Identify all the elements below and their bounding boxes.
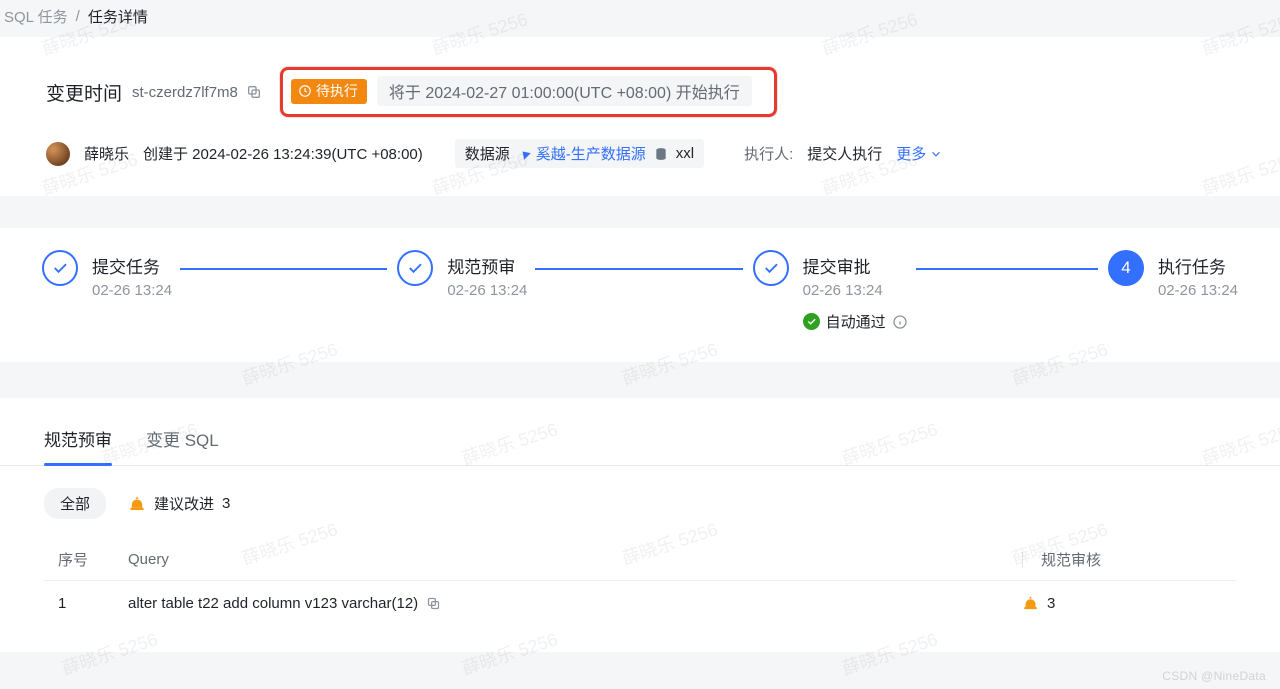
step-connector [916,268,1098,270]
tab-preaudit[interactable]: 规范预审 [44,424,112,465]
cell-idx: 1 [58,595,128,612]
col-header-audit: 规范审核 [1022,549,1222,570]
meta-row: 薛晓乐 创建于 2024-02-26 13:24:39(UTC +08:00) … [0,125,1280,178]
more-label: 更多 [896,143,926,164]
step-submit: 提交任务 02-26 13:24 [42,250,397,299]
status-badge: 待执行 [291,79,367,104]
copy-icon[interactable] [426,596,441,611]
clock-icon [298,84,312,98]
task-header-card: 变更时间 st-czerdz7lf7m8 待执行 将于 2024-02-27 0… [0,37,1280,196]
col-header-idx: 序号 [58,549,128,570]
database-icon [654,147,668,161]
step-icon-check [42,250,78,286]
suggest-count: 3 [222,495,230,512]
breadcrumb-parent[interactable]: SQL 任务 [4,6,68,27]
task-id: st-czerdz7lf7m8 [132,84,238,101]
step-icon-check [397,250,433,286]
breadcrumb: SQL 任务 / 任务详情 [0,0,1280,29]
steps-card: 提交任务 02-26 13:24 规范预审 02-26 13:24 提交审批 0… [0,228,1280,362]
auto-pass-icon [803,313,820,330]
check-icon [806,316,817,327]
column-divider [1022,552,1023,568]
suggest-label: 建议改进 [154,493,214,514]
step-time: 02-26 13:24 [92,282,172,299]
database-name[interactable]: xxl [676,145,694,162]
step-title: 提交任务 [92,253,172,278]
check-icon [406,259,424,277]
check-icon [762,259,780,277]
datasource-label: 数据源 [465,143,510,164]
step-title: 提交审批 [803,253,908,278]
table-header: 序号 Query 规范审核 [44,539,1236,581]
created-at: 创建于 2024-02-26 13:24:39(UTC +08:00) [143,143,423,164]
datasource-chip: 数据源 奚越-生产数据源 xxl [455,139,704,168]
executor-value: 提交人执行 [807,143,882,164]
step-icon-check [753,250,789,286]
link-icon [518,147,532,161]
step-connector [180,268,387,270]
csdn-attribution: CSDN @NineData [1162,669,1266,683]
chevron-down-icon [929,147,943,161]
status-badge-label: 待执行 [316,81,358,101]
step-icon-current: 4 [1108,250,1144,286]
query-text: alter table t22 add column v123 varchar(… [128,595,418,612]
copy-icon[interactable] [246,84,262,100]
col-header-query: Query [128,551,1022,568]
table-row[interactable]: 1 alter table t22 add column v123 varcha… [44,581,1236,622]
info-icon[interactable] [892,314,908,330]
tabs: 规范预审 变更 SQL [0,424,1280,466]
alarm-icon [1022,595,1039,612]
audit-count: 3 [1047,595,1055,612]
avatar [46,142,70,166]
detail-card: 规范预审 变更 SQL 全部 建议改进 3 序号 Query 规范审核 1 al… [0,398,1280,652]
datasource-name: 奚越-生产数据源 [536,143,646,164]
cell-audit: 3 [1022,595,1222,612]
more-button[interactable]: 更多 [896,143,943,164]
breadcrumb-separator: / [76,8,80,25]
breadcrumb-current: 任务详情 [88,6,148,27]
executor-label: 执行人: [744,143,793,164]
schedule-text: 将于 2024-02-27 01:00:00(UTC +08:00) 开始执行 [377,76,752,106]
schedule-highlight: 待执行 将于 2024-02-27 01:00:00(UTC +08:00) 开… [280,67,777,117]
step-title: 规范预审 [447,253,527,278]
step-title: 执行任务 [1158,253,1238,278]
datasource-link[interactable]: 奚越-生产数据源 [518,143,646,164]
step-connector [535,268,742,270]
audit-table: 序号 Query 规范审核 1 alter table t22 add colu… [0,529,1280,622]
page-title: 变更时间 [46,79,122,106]
check-icon [51,259,69,277]
step-approval: 提交审批 02-26 13:24 自动通过 [753,250,1108,332]
step-time: 02-26 13:24 [1158,282,1238,299]
step-time: 02-26 13:24 [447,282,527,299]
step-preaudit: 规范预审 02-26 13:24 [397,250,752,299]
creator-name: 薛晓乐 [84,143,129,164]
auto-pass-label: 自动通过 [826,311,886,332]
step-time: 02-26 13:24 [803,282,908,299]
alarm-icon [128,495,146,513]
filter-suggest[interactable]: 建议改进 3 [128,493,230,514]
tab-change-sql[interactable]: 变更 SQL [146,424,219,465]
filter-all[interactable]: 全部 [44,488,106,519]
cell-query: alter table t22 add column v123 varchar(… [128,595,1022,612]
step-execute: 4 执行任务 02-26 13:24 [1108,250,1238,299]
